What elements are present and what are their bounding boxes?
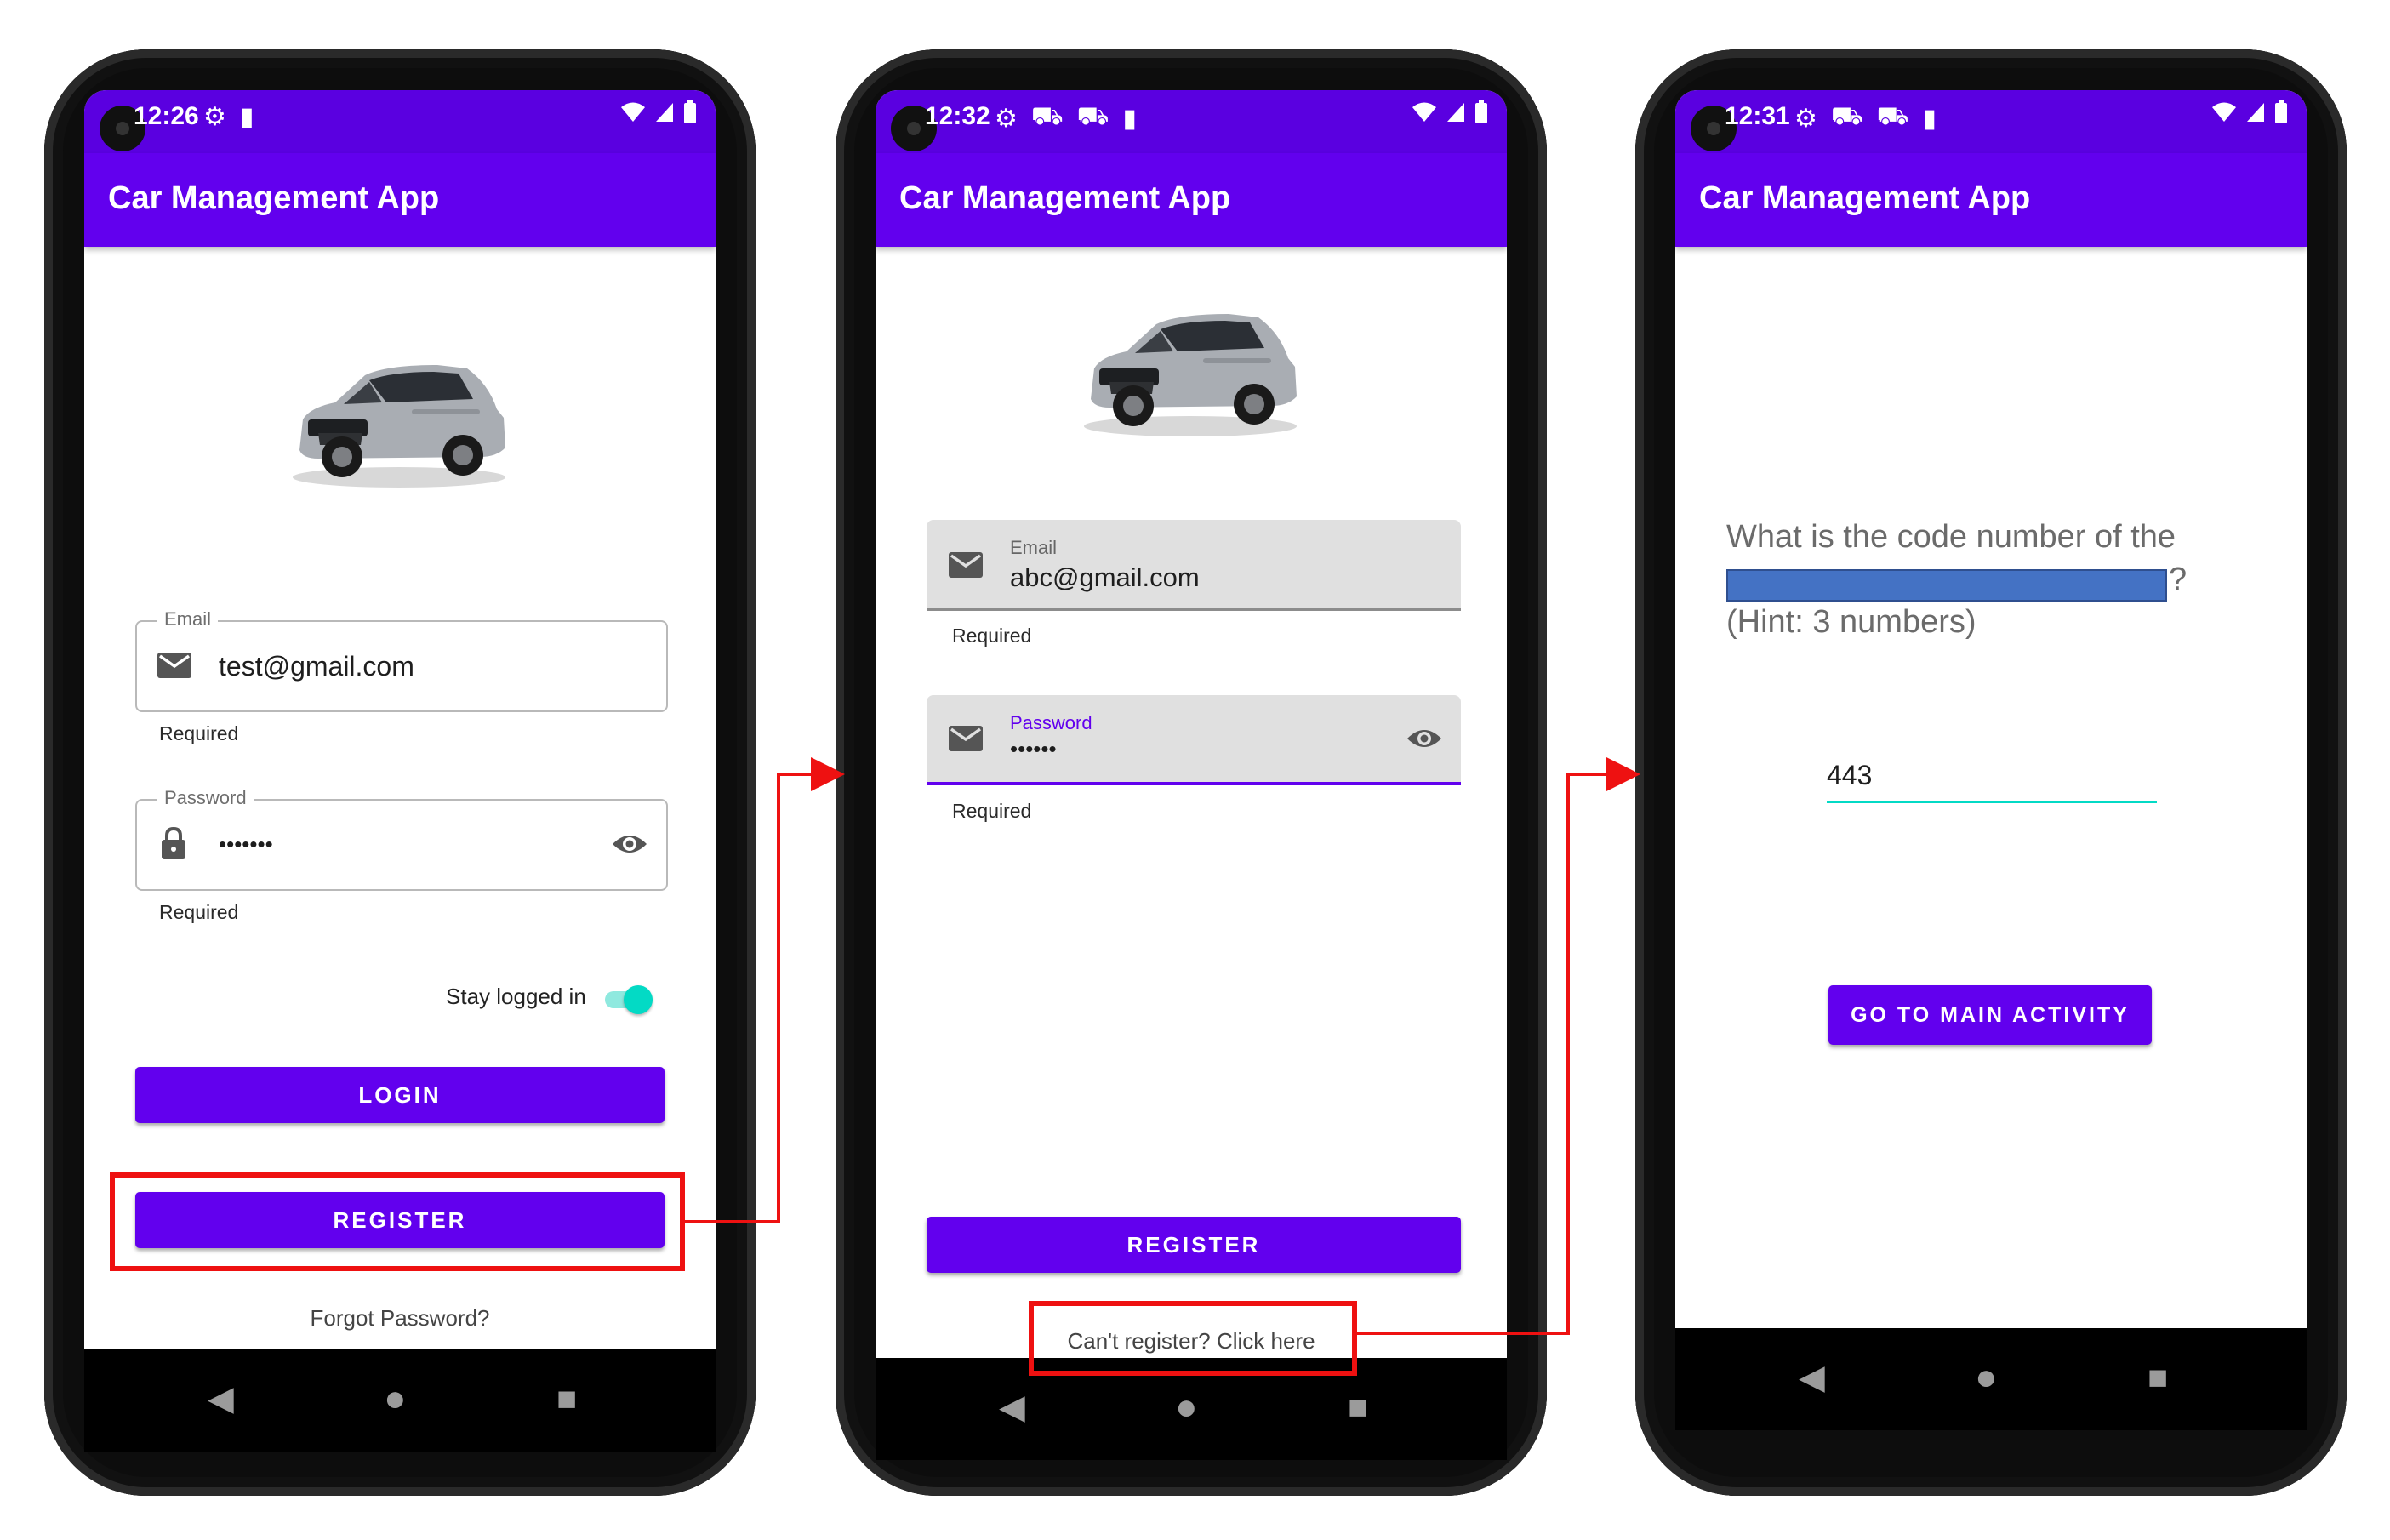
arrow-login-to-register (680, 757, 845, 1223)
arrow-register-to-code (1352, 757, 1640, 1335)
flow-arrows (680, 757, 1640, 1335)
